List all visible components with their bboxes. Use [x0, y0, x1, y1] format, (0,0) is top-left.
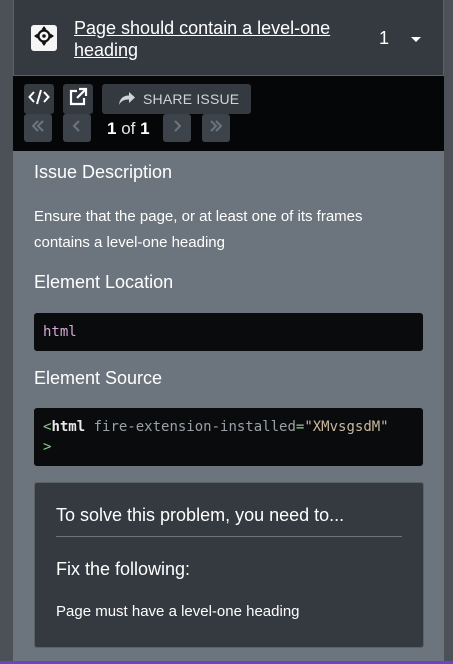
share-issue-label: SHARE ISSUE	[143, 91, 240, 107]
next-issue-button[interactable]	[163, 114, 191, 142]
last-issue-button[interactable]	[202, 114, 230, 142]
pager-total: 1	[140, 119, 150, 138]
issue-title-link[interactable]: Page should contain a level-one heading	[74, 17, 349, 61]
element-source-heading: Element Source	[34, 368, 163, 388]
issue-header: Page should contain a level-one heading …	[13, 0, 444, 76]
pager-current: 1	[107, 119, 117, 138]
source-attr-name: fire-extension-installed	[93, 419, 296, 435]
chevron-right-icon	[171, 119, 183, 138]
first-issue-button[interactable]	[24, 114, 52, 142]
issue-panel: Page should contain a level-one heading …	[13, 0, 444, 664]
share-issue-button[interactable]: SHARE ISSUE	[102, 84, 251, 114]
double-chevron-right-icon	[208, 119, 224, 138]
source-close-bracket: >	[43, 439, 52, 455]
element-location-heading: Element Location	[34, 272, 174, 292]
issue-toolbar: SHARE ISSUE 1 of 1	[13, 76, 444, 151]
locate-element-button[interactable]	[31, 25, 57, 51]
element-source-code: <html fire-extension-installed="XMvsgsdM…	[34, 408, 423, 466]
double-chevron-left-icon	[30, 119, 46, 138]
source-tag: html	[51, 419, 86, 435]
view-code-button[interactable]	[24, 84, 54, 114]
previous-issue-button[interactable]	[63, 114, 91, 142]
element-location-code: html	[34, 313, 423, 351]
source-line-1: <html fire-extension-installed="XMvsgsdM…	[43, 419, 389, 435]
pager-of-label: of	[121, 119, 136, 138]
issue-description-text: Ensure that the page, or at least one of…	[34, 208, 363, 251]
share-icon	[119, 92, 135, 106]
chevron-down-icon[interactable]	[411, 37, 421, 42]
open-external-button[interactable]	[63, 84, 93, 114]
issue-description-heading: Issue Description	[34, 162, 173, 182]
solution-heading: To solve this problem, you need to...	[56, 505, 345, 525]
solution-divider	[56, 536, 402, 537]
source-attr-value: "XMvsgsdM"	[304, 419, 389, 435]
issue-pager: 1 of 1	[107, 119, 150, 139]
element-selector: html	[43, 324, 77, 340]
chevron-left-icon	[71, 119, 83, 138]
issue-count-badge: 1	[379, 28, 390, 48]
code-icon	[28, 89, 50, 110]
fix-heading: Fix the following:	[56, 559, 191, 579]
external-link-icon	[68, 87, 88, 112]
solution-card: To solve this problem, you need to... Fi…	[34, 482, 424, 648]
crosshair-locate-icon	[34, 25, 54, 51]
fix-item: Page must have a level-one heading	[56, 603, 300, 620]
